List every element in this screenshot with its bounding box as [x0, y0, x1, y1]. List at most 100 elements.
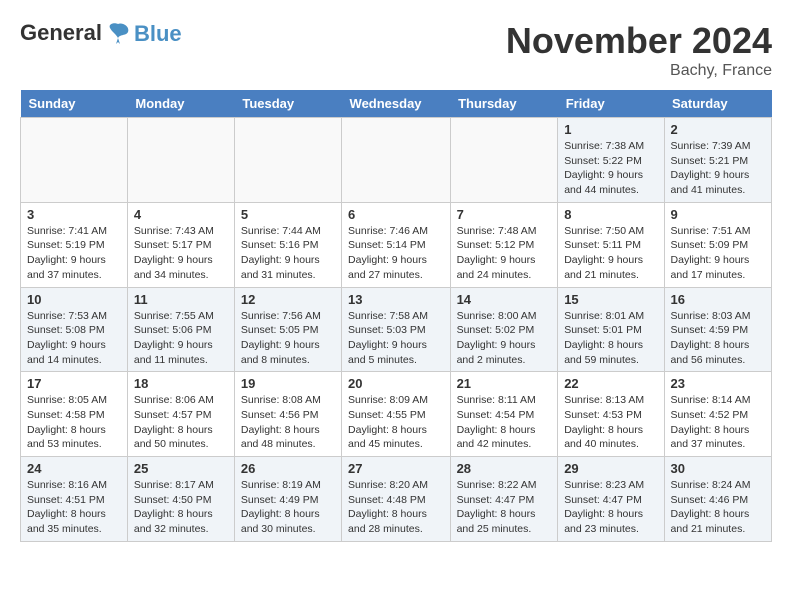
day-number: 7	[457, 207, 552, 222]
day-info: Sunrise: 8:22 AM Sunset: 4:47 PM Dayligh…	[457, 478, 552, 537]
logo-line1: General	[20, 20, 102, 45]
day-number: 12	[241, 292, 335, 307]
day-info: Sunrise: 8:05 AM Sunset: 4:58 PM Dayligh…	[27, 393, 121, 452]
calendar-day-cell	[127, 118, 234, 203]
calendar-day-cell: 1 Sunrise: 7:38 AM Sunset: 5:22 PM Daylig…	[558, 118, 664, 203]
day-number: 22	[564, 376, 657, 391]
day-number: 13	[348, 292, 444, 307]
day-number: 8	[564, 207, 657, 222]
day-info: Sunrise: 8:24 AM Sunset: 4:46 PM Dayligh…	[671, 478, 765, 537]
weekday-header-cell: Monday	[127, 90, 234, 118]
location: Bachy, France	[506, 62, 772, 80]
day-number: 17	[27, 376, 121, 391]
day-number: 2	[671, 122, 765, 137]
day-number: 20	[348, 376, 444, 391]
logo: General Blue	[20, 20, 182, 48]
day-info: Sunrise: 7:43 AM Sunset: 5:17 PM Dayligh…	[134, 224, 228, 283]
day-info: Sunrise: 7:41 AM Sunset: 5:19 PM Dayligh…	[27, 224, 121, 283]
calendar-day-cell: 19 Sunrise: 8:08 AM Sunset: 4:56 PM Dayli…	[234, 372, 341, 457]
day-number: 27	[348, 461, 444, 476]
weekday-header-cell: Tuesday	[234, 90, 341, 118]
calendar-day-cell: 14 Sunrise: 8:00 AM Sunset: 5:02 PM Dayli…	[450, 287, 558, 372]
day-number: 10	[27, 292, 121, 307]
day-number: 30	[671, 461, 765, 476]
calendar-day-cell: 12 Sunrise: 7:56 AM Sunset: 5:05 PM Dayli…	[234, 287, 341, 372]
calendar-day-cell	[342, 118, 451, 203]
calendar-day-cell: 15 Sunrise: 8:01 AM Sunset: 5:01 PM Dayli…	[558, 287, 664, 372]
day-info: Sunrise: 8:08 AM Sunset: 4:56 PM Dayligh…	[241, 393, 335, 452]
calendar-day-cell: 16 Sunrise: 8:03 AM Sunset: 4:59 PM Dayli…	[664, 287, 771, 372]
calendar-day-cell: 22 Sunrise: 8:13 AM Sunset: 4:53 PM Dayli…	[558, 372, 664, 457]
day-info: Sunrise: 8:23 AM Sunset: 4:47 PM Dayligh…	[564, 478, 657, 537]
calendar-table: SundayMondayTuesdayWednesdayThursdayFrid…	[20, 90, 772, 542]
day-number: 26	[241, 461, 335, 476]
day-number: 21	[457, 376, 552, 391]
day-info: Sunrise: 7:38 AM Sunset: 5:22 PM Dayligh…	[564, 139, 657, 198]
day-number: 25	[134, 461, 228, 476]
day-info: Sunrise: 8:00 AM Sunset: 5:02 PM Dayligh…	[457, 309, 552, 368]
day-number: 4	[134, 207, 228, 222]
weekday-header-cell: Saturday	[664, 90, 771, 118]
day-info: Sunrise: 8:16 AM Sunset: 4:51 PM Dayligh…	[27, 478, 121, 537]
day-number: 23	[671, 376, 765, 391]
day-number: 15	[564, 292, 657, 307]
day-info: Sunrise: 8:06 AM Sunset: 4:57 PM Dayligh…	[134, 393, 228, 452]
calendar-day-cell: 21 Sunrise: 8:11 AM Sunset: 4:54 PM Dayli…	[450, 372, 558, 457]
day-info: Sunrise: 8:19 AM Sunset: 4:49 PM Dayligh…	[241, 478, 335, 537]
day-info: Sunrise: 7:50 AM Sunset: 5:11 PM Dayligh…	[564, 224, 657, 283]
calendar-day-cell	[21, 118, 128, 203]
calendar-day-cell: 20 Sunrise: 8:09 AM Sunset: 4:55 PM Dayli…	[342, 372, 451, 457]
logo-bird-icon	[104, 20, 132, 48]
day-info: Sunrise: 8:01 AM Sunset: 5:01 PM Dayligh…	[564, 309, 657, 368]
calendar-day-cell: 6 Sunrise: 7:46 AM Sunset: 5:14 PM Daylig…	[342, 202, 451, 287]
calendar-week-row: 24 Sunrise: 8:16 AM Sunset: 4:51 PM Dayli…	[21, 457, 772, 542]
day-info: Sunrise: 7:58 AM Sunset: 5:03 PM Dayligh…	[348, 309, 444, 368]
title-block: November 2024 Bachy, France	[506, 20, 772, 80]
weekday-header-cell: Sunday	[21, 90, 128, 118]
calendar-day-cell: 25 Sunrise: 8:17 AM Sunset: 4:50 PM Dayli…	[127, 457, 234, 542]
day-info: Sunrise: 8:09 AM Sunset: 4:55 PM Dayligh…	[348, 393, 444, 452]
calendar-day-cell: 8 Sunrise: 7:50 AM Sunset: 5:11 PM Daylig…	[558, 202, 664, 287]
calendar-day-cell: 10 Sunrise: 7:53 AM Sunset: 5:08 PM Dayli…	[21, 287, 128, 372]
day-number: 24	[27, 461, 121, 476]
day-info: Sunrise: 8:17 AM Sunset: 4:50 PM Dayligh…	[134, 478, 228, 537]
calendar-body: 1 Sunrise: 7:38 AM Sunset: 5:22 PM Daylig…	[21, 118, 772, 542]
calendar-day-cell: 2 Sunrise: 7:39 AM Sunset: 5:21 PM Daylig…	[664, 118, 771, 203]
calendar-day-cell	[234, 118, 341, 203]
calendar-day-cell: 23Sunrise: 8:14 AM Sunset: 4:52 PM Dayli…	[664, 372, 771, 457]
day-info: Sunrise: 8:03 AM Sunset: 4:59 PM Dayligh…	[671, 309, 765, 368]
weekday-header-cell: Friday	[558, 90, 664, 118]
day-number: 9	[671, 207, 765, 222]
calendar-day-cell: 7Sunrise: 7:48 AM Sunset: 5:12 PM Daylig…	[450, 202, 558, 287]
calendar-week-row: 10 Sunrise: 7:53 AM Sunset: 5:08 PM Dayli…	[21, 287, 772, 372]
day-info: Sunrise: 8:13 AM Sunset: 4:53 PM Dayligh…	[564, 393, 657, 452]
day-info: Sunrise: 7:51 AM Sunset: 5:09 PM Dayligh…	[671, 224, 765, 283]
day-number: 11	[134, 292, 228, 307]
day-number: 29	[564, 461, 657, 476]
day-number: 1	[564, 122, 657, 137]
day-number: 14	[457, 292, 552, 307]
calendar-day-cell: 17 Sunrise: 8:05 AM Sunset: 4:58 PM Dayli…	[21, 372, 128, 457]
calendar-day-cell: 30 Sunrise: 8:24 AM Sunset: 4:46 PM Dayli…	[664, 457, 771, 542]
calendar-day-cell: 5Sunrise: 7:44 AM Sunset: 5:16 PM Daylig…	[234, 202, 341, 287]
page-header: General Blue November 2024 Bachy, France	[20, 20, 772, 80]
day-number: 19	[241, 376, 335, 391]
calendar-week-row: 1 Sunrise: 7:38 AM Sunset: 5:22 PM Daylig…	[21, 118, 772, 203]
day-number: 18	[134, 376, 228, 391]
calendar-day-cell: 24 Sunrise: 8:16 AM Sunset: 4:51 PM Dayli…	[21, 457, 128, 542]
calendar-day-cell: 11Sunrise: 7:55 AM Sunset: 5:06 PM Dayli…	[127, 287, 234, 372]
day-info: Sunrise: 7:53 AM Sunset: 5:08 PM Dayligh…	[27, 309, 121, 368]
day-info: Sunrise: 7:39 AM Sunset: 5:21 PM Dayligh…	[671, 139, 765, 198]
weekday-header-cell: Thursday	[450, 90, 558, 118]
weekday-header-cell: Wednesday	[342, 90, 451, 118]
day-number: 16	[671, 292, 765, 307]
day-info: Sunrise: 7:56 AM Sunset: 5:05 PM Dayligh…	[241, 309, 335, 368]
day-number: 3	[27, 207, 121, 222]
calendar-day-cell: 26 Sunrise: 8:19 AM Sunset: 4:49 PM Dayli…	[234, 457, 341, 542]
day-info: Sunrise: 7:46 AM Sunset: 5:14 PM Dayligh…	[348, 224, 444, 283]
day-info: Sunrise: 8:11 AM Sunset: 4:54 PM Dayligh…	[457, 393, 552, 452]
calendar-day-cell	[450, 118, 558, 203]
day-number: 28	[457, 461, 552, 476]
calendar-day-cell: 28 Sunrise: 8:22 AM Sunset: 4:47 PM Dayli…	[450, 457, 558, 542]
day-number: 6	[348, 207, 444, 222]
